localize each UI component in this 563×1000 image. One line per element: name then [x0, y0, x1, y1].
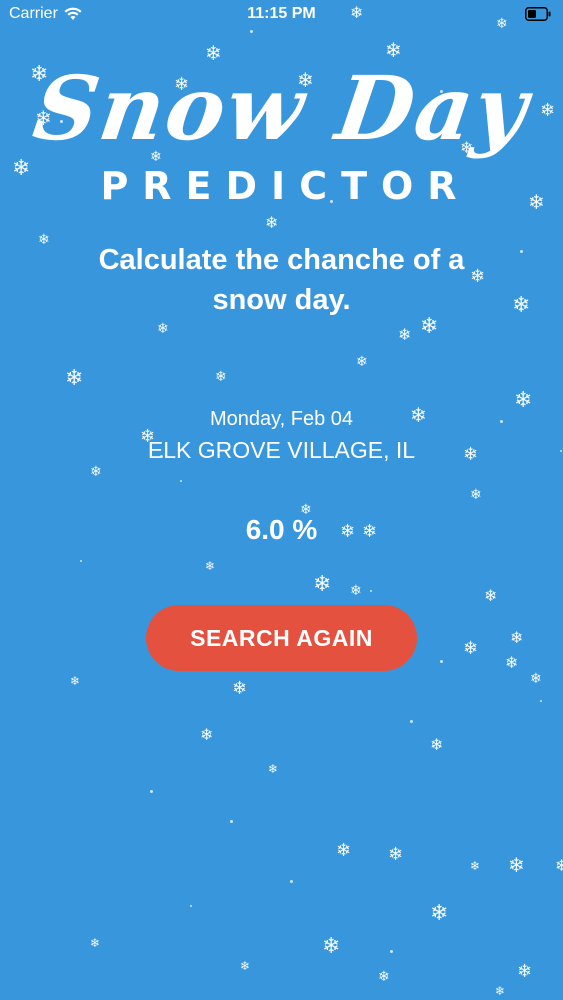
snowflake-icon: ❄ — [484, 586, 498, 605]
snow-particle — [150, 790, 153, 793]
snow-particle — [180, 480, 182, 482]
snowflake-icon: ❄ — [268, 762, 279, 776]
snowflake-icon: ❄ — [510, 628, 524, 647]
snowflake-icon: ❄ — [378, 969, 390, 985]
snow-particle — [370, 590, 372, 592]
snowflake-icon: ❄ — [470, 859, 481, 873]
snow-particle — [410, 720, 413, 723]
snowflake-icon: ❄ — [388, 844, 404, 865]
snowflake-icon: ❄ — [65, 366, 84, 391]
snow-particle — [190, 905, 192, 907]
snowflake-icon: ❄ — [200, 725, 214, 744]
snowflake-icon: ❄ — [265, 213, 279, 232]
logo-script-text: Snow Day — [27, 56, 536, 160]
snow-particle — [80, 560, 82, 562]
snow-particle — [440, 660, 443, 663]
snowflake-icon: ❄ — [232, 678, 248, 699]
search-again-button[interactable]: SEARCH AGAIN — [146, 605, 417, 671]
snowflake-icon: ❄ — [398, 325, 412, 344]
snow-particle — [520, 250, 523, 253]
snowflake-icon: ❄ — [215, 369, 227, 385]
status-time: 11:15 PM — [247, 5, 316, 22]
snowflake-icon: ❄ — [508, 853, 525, 877]
snowflake-icon: ❄ — [555, 856, 563, 875]
snowflake-icon: ❄ — [517, 961, 533, 982]
snowflake-icon: ❄ — [430, 901, 449, 926]
status-bar: Carrier 11:15 PM — [0, 0, 563, 30]
snowflake-icon: ❄ — [430, 735, 444, 754]
snowflake-icon: ❄ — [70, 674, 81, 688]
snowflake-icon: ❄ — [505, 653, 519, 672]
snowflake-icon: ❄ — [240, 959, 251, 973]
snow-particle — [540, 700, 542, 702]
snowflake-icon: ❄ — [470, 487, 482, 503]
battery-icon — [525, 7, 551, 21]
snowflake-icon: ❄ — [157, 321, 169, 337]
forecast-date: Monday, Feb 04 — [209, 408, 354, 430]
snowflake-icon: ❄ — [495, 984, 506, 998]
forecast-info: Monday, Feb 04 ELK GROVE VILLAGE, IL — [0, 408, 563, 464]
tagline: Calculate the chanche of a snow day. — [98, 244, 465, 316]
snowflake-icon: ❄ — [205, 559, 216, 573]
snowflake-icon: ❄ — [38, 232, 50, 248]
snowflake-icon: ❄ — [90, 464, 102, 480]
snowflake-icon: ❄ — [336, 840, 352, 861]
snow-particle — [290, 880, 293, 883]
snowflake-icon: ❄ — [313, 572, 332, 597]
snowflake-icon: ❄ — [322, 934, 341, 959]
snowflake-icon: ❄ — [530, 671, 542, 687]
snowflake-icon: ❄ — [512, 293, 531, 318]
logo-subtitle: PREDICTOR — [100, 164, 471, 208]
snow-particle — [390, 950, 393, 953]
snowflake-icon: ❄ — [356, 354, 368, 370]
snowflake-icon: ❄ — [463, 638, 479, 659]
snow-particle — [250, 30, 253, 33]
app-logo: Snow Day PREDICTOR — [0, 56, 563, 208]
snowflake-icon: ❄ — [90, 936, 101, 950]
snowflake-icon: ❄ — [350, 583, 362, 599]
snow-particle — [230, 820, 233, 823]
forecast-location: ELK GROVE VILLAGE, IL — [147, 437, 416, 463]
app-screen: ❄ ❄ ❄ ❄ ❄ ❄ ❄ ❄ ❄ ❄ ❄ ❄ ❄ ❄ ❄ ❄ ❄ ❄ ❄ ❄ ❄ ❄ ❄ ❄ ❄ ❄ ❄ ❄ ❄ ❄ ❄ ❄ ❄ ❄ ❄ ❄ ❄ ❄ ❄ ❄… — [0, 0, 563, 1000]
snow-day-percentage: 6.0 % — [245, 514, 318, 545]
